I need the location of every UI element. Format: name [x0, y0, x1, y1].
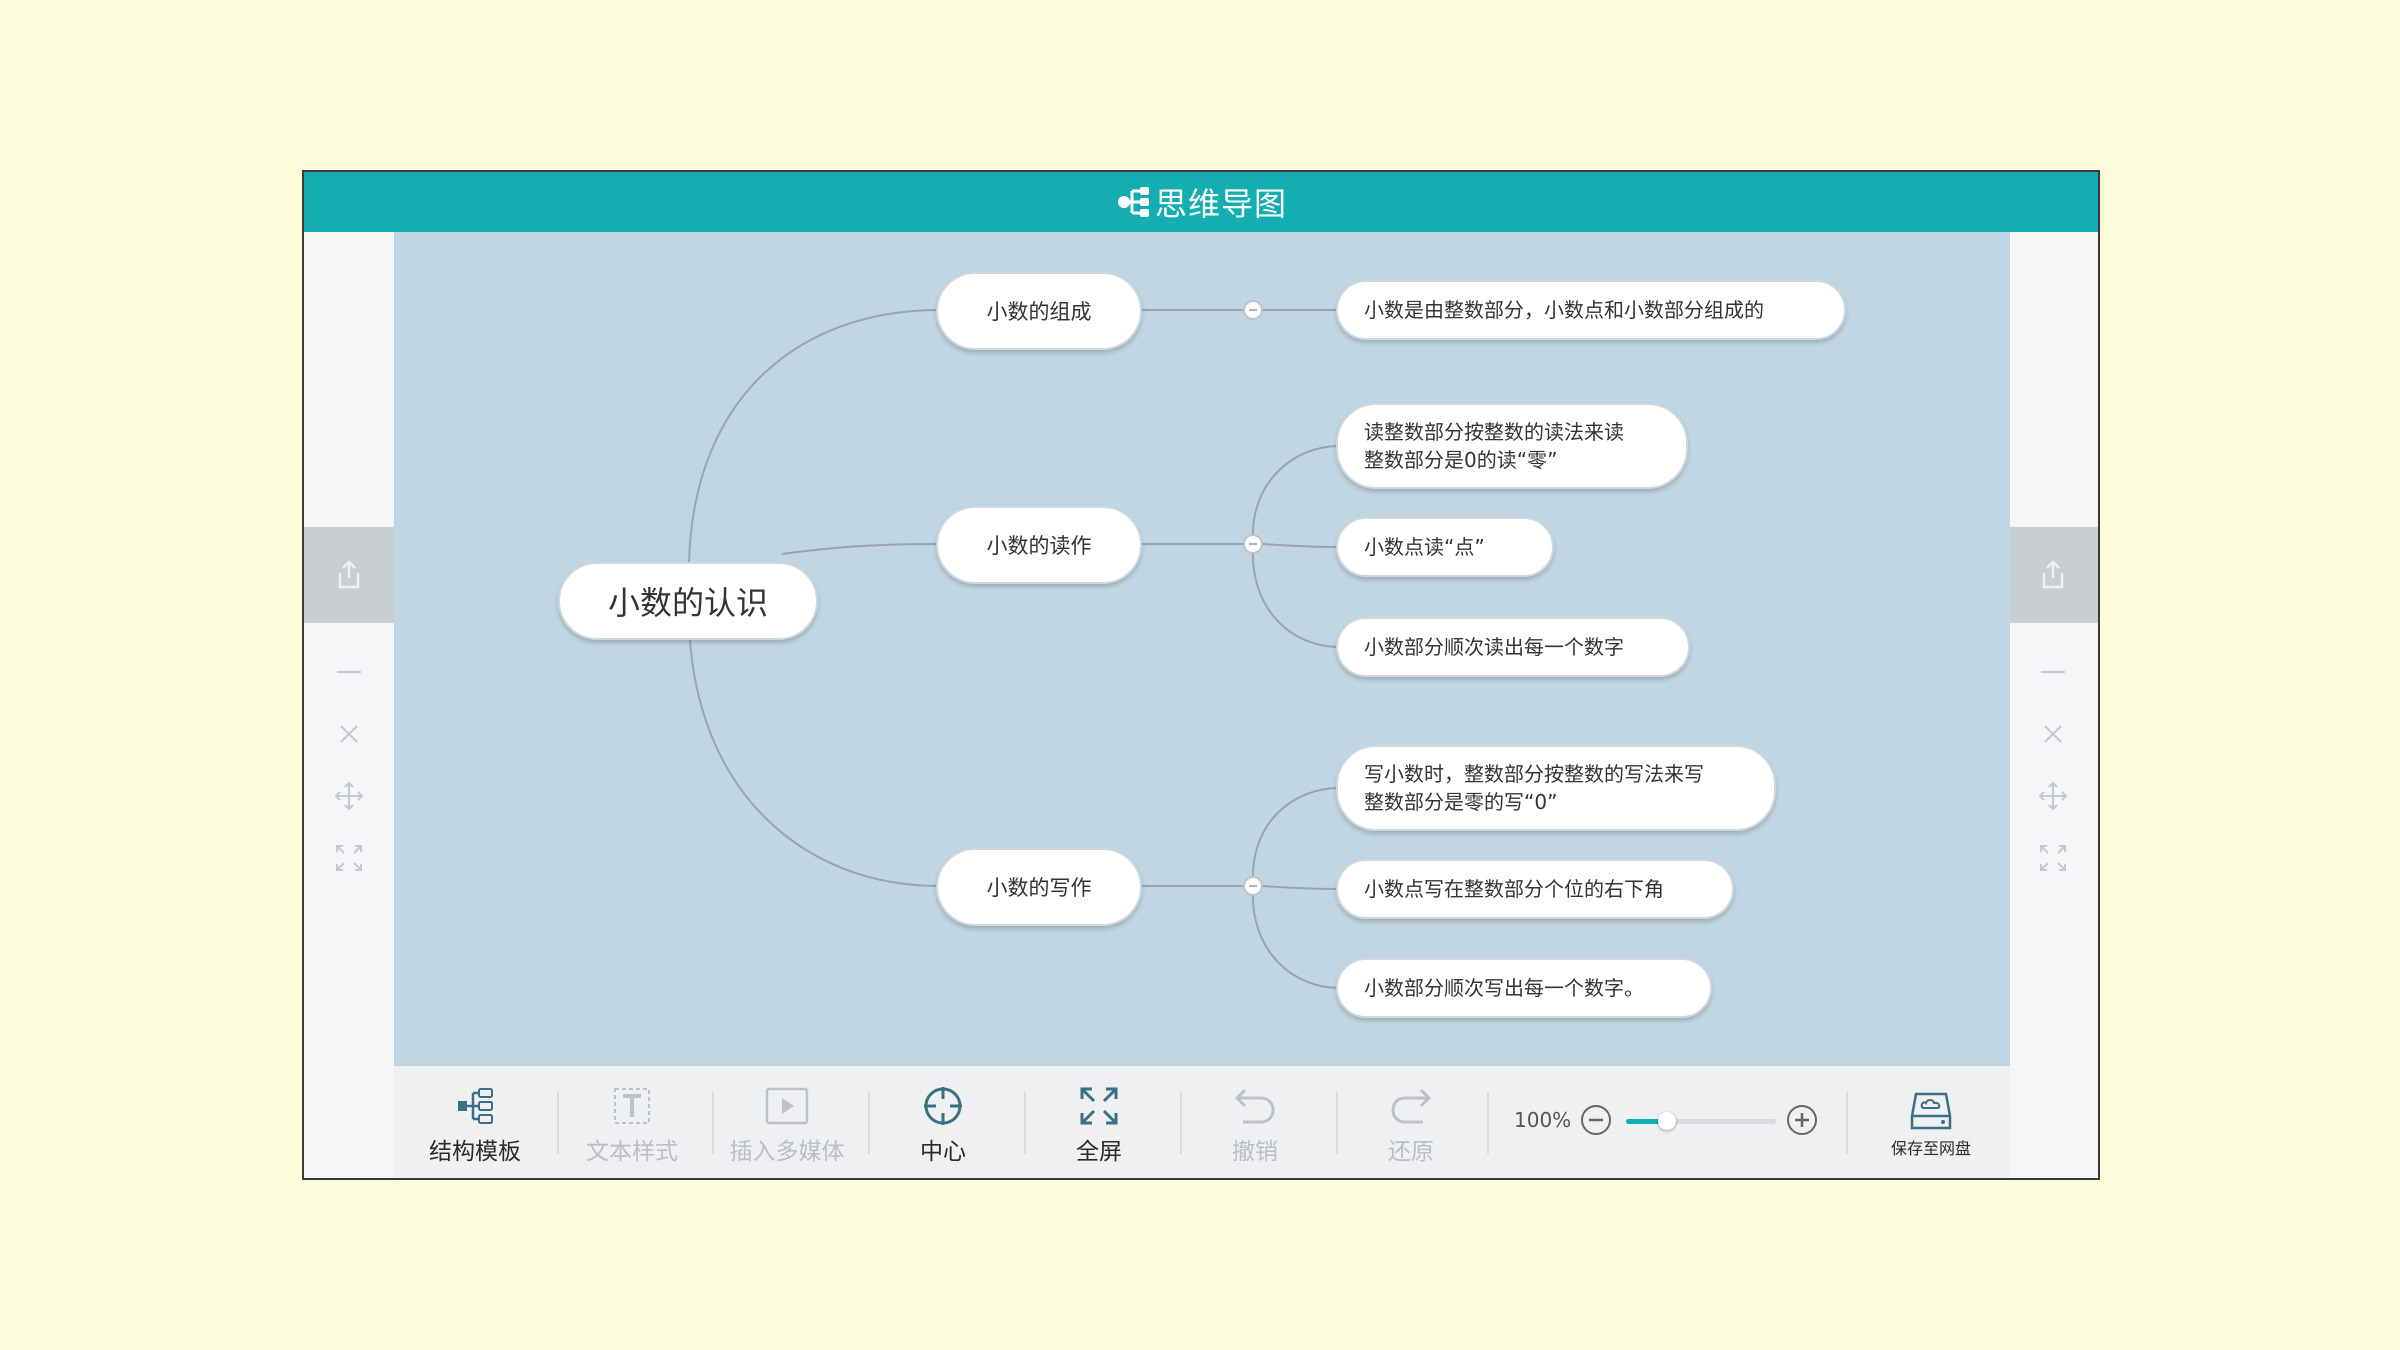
- zoom-slider-handle[interactable]: [1657, 1112, 1676, 1130]
- leaf-node[interactable]: 小数点写在整数部分个位的右下角: [1336, 859, 1734, 919]
- minus-icon[interactable]: [2008, 642, 2098, 702]
- share-icon[interactable]: [304, 527, 394, 623]
- insert-media-label: 插入多媒体: [729, 1139, 845, 1165]
- leaf-node[interactable]: 小数部分顺次读出每一个数字: [1336, 617, 1690, 677]
- leaf-text: 整数部分是0的读“零”: [1364, 448, 1558, 472]
- close-icon[interactable]: [304, 704, 394, 764]
- branch-node[interactable]: 小数的读作: [936, 506, 1142, 584]
- toolbar-separator: [1487, 1092, 1489, 1154]
- minus-icon[interactable]: [304, 642, 394, 702]
- cloud-disk-icon: [1908, 1087, 1954, 1135]
- center-label: 中心: [920, 1139, 966, 1165]
- structure-template-button[interactable]: 结构模板: [400, 1066, 550, 1178]
- leaf-text: 小数是由整数部分，小数点和小数部分组成的: [1364, 298, 1764, 322]
- left-side-toolbar: [304, 232, 394, 1178]
- collapse-toggle[interactable]: [1243, 534, 1263, 554]
- zoom-slider[interactable]: [1626, 1112, 1776, 1130]
- fit-screen-icon[interactable]: [2008, 828, 2098, 888]
- redo-button[interactable]: 还原: [1336, 1066, 1486, 1178]
- collapse-toggle[interactable]: [1243, 876, 1263, 896]
- crosshair-icon: [922, 1080, 964, 1132]
- title-bar: 思维导图: [304, 172, 2098, 232]
- collapse-toggle[interactable]: [1243, 300, 1263, 320]
- root-node[interactable]: 小数的认识: [558, 562, 818, 640]
- zoom-in-icon[interactable]: [1786, 1104, 1818, 1136]
- move-icon[interactable]: [304, 766, 394, 826]
- leaf-node[interactable]: 小数部分顺次写出每一个数字。: [1336, 958, 1712, 1018]
- zoom-out-icon[interactable]: [1580, 1104, 1612, 1136]
- text-style-icon: [612, 1080, 652, 1132]
- leaf-text: 写小数时，整数部分按整数的写法来写: [1364, 762, 1704, 786]
- leaf-text: 整数部分是零的写“0”: [1364, 790, 1558, 814]
- fullscreen-label: 全屏: [1076, 1139, 1122, 1165]
- structure-template-label: 结构模板: [429, 1139, 521, 1165]
- leaf-text: 读整数部分按整数的读法来读: [1364, 420, 1624, 444]
- undo-icon: [1233, 1080, 1277, 1132]
- branch-node[interactable]: 小数的写作: [936, 848, 1142, 926]
- mindmap-logo-icon: [1115, 185, 1151, 219]
- redo-icon: [1389, 1080, 1433, 1132]
- connector-lines: [688, 309, 1340, 989]
- leaf-text: 小数点读“点”: [1364, 535, 1485, 559]
- mindmap-canvas[interactable]: 小数的认识 小数的组成 小数的读作 小数的写作 小数是由整数部分，小数点和小数部…: [394, 232, 2010, 1066]
- structure-template-icon: [455, 1080, 495, 1132]
- save-to-disk-button[interactable]: 保存至网盘: [1856, 1066, 2006, 1178]
- leaf-node[interactable]: 写小数时，整数部分按整数的写法来写 整数部分是零的写“0”: [1336, 745, 1776, 831]
- move-icon[interactable]: [2008, 766, 2098, 826]
- insert-media-button[interactable]: 插入多媒体: [712, 1066, 862, 1178]
- center-button[interactable]: 中心: [868, 1066, 1018, 1178]
- leaf-text: 小数部分顺次写出每一个数字。: [1364, 976, 1644, 1000]
- zoom-level: 100%: [1514, 1108, 1572, 1132]
- redo-label: 还原: [1388, 1139, 1434, 1165]
- undo-label: 撤销: [1232, 1139, 1278, 1165]
- undo-button[interactable]: 撤销: [1180, 1066, 1330, 1178]
- leaf-text: 小数点写在整数部分个位的右下角: [1364, 877, 1664, 901]
- close-icon[interactable]: [2008, 704, 2098, 764]
- leaf-node[interactable]: 读整数部分按整数的读法来读 整数部分是0的读“零”: [1336, 403, 1688, 489]
- media-icon: [765, 1080, 809, 1132]
- text-style-label: 文本样式: [586, 1139, 678, 1165]
- fullscreen-icon: [1078, 1080, 1120, 1132]
- fullscreen-button[interactable]: 全屏: [1024, 1066, 1174, 1178]
- app-title: 思维导图: [1154, 185, 1287, 223]
- save-to-disk-label: 保存至网盘: [1890, 1139, 1971, 1158]
- leaf-node[interactable]: 小数是由整数部分，小数点和小数部分组成的: [1336, 280, 1846, 340]
- leaf-node[interactable]: 小数点读“点”: [1336, 517, 1554, 577]
- mindmap-window: 思维导图 小数的认识 小数的组成 小数的读作 小数的写作 小数是由整数部分，小数…: [302, 170, 2100, 1180]
- right-side-toolbar: [2008, 232, 2098, 1178]
- toolbar-separator: [1846, 1092, 1848, 1154]
- share-icon[interactable]: [2008, 527, 2098, 623]
- leaf-text: 小数部分顺次读出每一个数字: [1364, 635, 1624, 659]
- branch-node[interactable]: 小数的组成: [936, 272, 1142, 350]
- bottom-toolbar: 结构模板 文本样式 插入多媒体 中心 全屏 撤销 还原 100% 保存至网盘: [394, 1066, 2010, 1178]
- fit-screen-icon[interactable]: [304, 828, 394, 888]
- text-style-button[interactable]: 文本样式: [557, 1066, 707, 1178]
